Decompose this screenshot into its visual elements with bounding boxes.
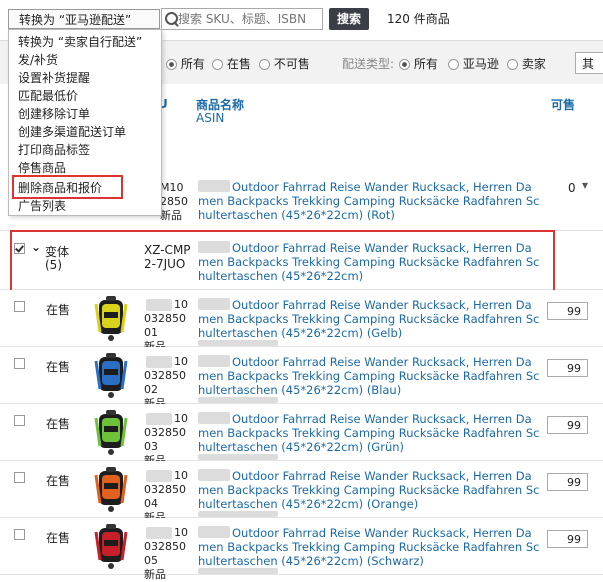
redacted-text	[198, 355, 230, 367]
menu-item[interactable]: 设置补货提醒	[18, 69, 90, 86]
status-filter-all-label: 所有	[180, 57, 205, 71]
fulfillment-filter-all[interactable]: 所有	[399, 55, 438, 72]
row-sku: 10 032850 01 新品	[144, 298, 188, 353]
quantity-input[interactable]: 99	[547, 416, 588, 434]
column-asin[interactable]: ASIN	[196, 111, 224, 125]
row-sku: 10 032850 03 新品	[144, 412, 188, 467]
row-sku: 10 032850 04 新品	[144, 469, 188, 524]
fulfillment-filter-all-label: 所有	[413, 57, 438, 71]
radio-icon	[166, 59, 177, 70]
product-title-link[interactable]: hultertaschen (45*26*22cm) (Orange)	[198, 497, 418, 511]
product-title-link[interactable]: Outdoor Fahrrad Reise Wander Rucksack, H…	[232, 469, 532, 483]
radio-icon	[212, 59, 223, 70]
redacted-asin	[198, 340, 278, 346]
chevron-down-icon[interactable]: ▾	[582, 178, 588, 192]
radio-icon	[259, 59, 270, 70]
fulfillment-filter-amazon-label: 亚马逊	[462, 57, 499, 71]
menu-item[interactable]: 打印商品标签	[18, 141, 90, 158]
column-available[interactable]: 可售	[551, 96, 575, 113]
menu-item[interactable]: 转换为 “卖家自行配送”	[18, 33, 142, 50]
bulk-action-select[interactable]: 转换为 “亚马逊配送”	[8, 9, 160, 29]
product-thumbnail	[94, 410, 128, 455]
row-status: 在售	[46, 474, 71, 488]
radio-icon	[448, 59, 459, 70]
quantity-input[interactable]: 99	[547, 473, 588, 491]
status-filter-inactive[interactable]: 不可售	[259, 55, 310, 72]
status-filter-all[interactable]: 所有	[166, 55, 205, 72]
row-checkbox[interactable]	[14, 358, 25, 369]
product-title-link[interactable]: hultertaschen (45*26*22cm) (Gelb)	[198, 326, 402, 340]
menu-item[interactable]: 创建多渠道配送订单	[18, 123, 126, 140]
product-title-link[interactable]: men Backpacks Trekking Camping Rucksäcke…	[198, 194, 539, 208]
product-title-link[interactable]: men Backpacks Trekking Camping Rucksäcke…	[198, 312, 539, 326]
product-title-link[interactable]: men Backpacks Trekking Camping Rucksäcke…	[198, 540, 539, 554]
product-count: 120 件商品	[387, 12, 450, 26]
product-title-link[interactable]: hultertaschen (45*26*22cm) (Blau)	[198, 383, 401, 397]
redacted-asin	[198, 454, 278, 460]
row-status: 在售	[46, 360, 71, 374]
bulk-action-menu: 转换为 “卖家自行配送” 发/补货 设置补货提醒 匹配最低价 创建移除订单 创建…	[8, 29, 162, 216]
fulfillment-filter-amazon[interactable]: 亚马逊	[448, 55, 499, 72]
product-title-link[interactable]: men Backpacks Trekking Camping Rucksäcke…	[198, 426, 539, 440]
redacted-asin	[198, 568, 278, 574]
product-title-link[interactable]: Outdoor Fahrrad Reise Wander Rucksack, H…	[232, 355, 532, 369]
variant-row-highlight	[10, 230, 555, 292]
row-status: 在售	[46, 417, 71, 431]
row-checkbox[interactable]	[14, 301, 25, 312]
redacted-text	[198, 469, 230, 481]
product-title-link[interactable]: Outdoor Fahrrad Reise Wander Rucksack, H…	[232, 180, 532, 194]
row-checkbox[interactable]	[14, 415, 25, 426]
menu-item[interactable]: 匹配最低价	[18, 87, 78, 104]
product-thumbnail	[94, 467, 128, 512]
product-title-link[interactable]: hultertaschen (45*26*22cm) (Schwarz)	[198, 554, 424, 568]
product-title-link[interactable]: hultertaschen (45*26*22cm) (Rot)	[198, 208, 395, 222]
product-title-link[interactable]: hultertaschen (45*26*22cm) (Grün)	[198, 440, 404, 454]
product-thumbnail	[94, 353, 128, 398]
fulfillment-filter-seller[interactable]: 卖家	[507, 55, 546, 72]
product-thumbnail	[94, 296, 128, 341]
fulfillment-filter-label: 配送类型:	[342, 57, 395, 71]
product-title-link[interactable]: men Backpacks Trekking Camping Rucksäcke…	[198, 369, 539, 383]
more-button[interactable]: 其	[575, 52, 603, 74]
status-filter-active-label: 在售	[226, 57, 251, 71]
redacted-text	[198, 412, 230, 424]
product-title-link[interactable]: Outdoor Fahrrad Reise Wander Rucksack, H…	[232, 298, 532, 312]
menu-item[interactable]: 创建移除订单	[18, 105, 90, 122]
radio-icon	[399, 59, 410, 70]
status-filter-active[interactable]: 在售	[212, 55, 251, 72]
available-value: 0	[568, 181, 576, 195]
redacted-asin	[198, 511, 278, 517]
redacted-text	[198, 298, 230, 310]
row-sku: 10 032850 02 新品	[144, 355, 188, 410]
menu-item[interactable]: 广告列表	[18, 197, 66, 214]
redacted-text	[198, 526, 230, 538]
search-input[interactable]	[178, 9, 318, 29]
menu-item[interactable]: 停售商品	[18, 159, 66, 176]
redacted-asin	[198, 397, 278, 403]
quantity-input[interactable]: 99	[547, 359, 588, 377]
quantity-input[interactable]: 99	[547, 530, 588, 548]
redacted-text	[198, 180, 230, 192]
row-status: 在售	[46, 531, 71, 545]
row-status: 在售	[46, 303, 71, 317]
product-thumbnail	[94, 524, 128, 569]
row-sku: 10 032850 05 新品	[144, 526, 188, 581]
row-checkbox[interactable]	[14, 472, 25, 483]
radio-icon	[507, 59, 518, 70]
quantity-input[interactable]: 99	[547, 302, 588, 320]
product-title-link[interactable]: men Backpacks Trekking Camping Rucksäcke…	[198, 483, 539, 497]
search-button[interactable]: 搜索	[329, 8, 369, 30]
fulfillment-filter-seller-label: 卖家	[521, 57, 546, 71]
product-title-link[interactable]: Outdoor Fahrrad Reise Wander Rucksack, H…	[232, 412, 532, 426]
delete-item-highlight	[12, 175, 123, 199]
row-checkbox[interactable]	[14, 529, 25, 540]
status-filter-inactive-label: 不可售	[273, 57, 310, 71]
product-title-link[interactable]: Outdoor Fahrrad Reise Wander Rucksack, H…	[232, 526, 532, 540]
row-sku: M10 2850 新品	[160, 181, 188, 222]
menu-item[interactable]: 发/补货	[18, 51, 58, 68]
